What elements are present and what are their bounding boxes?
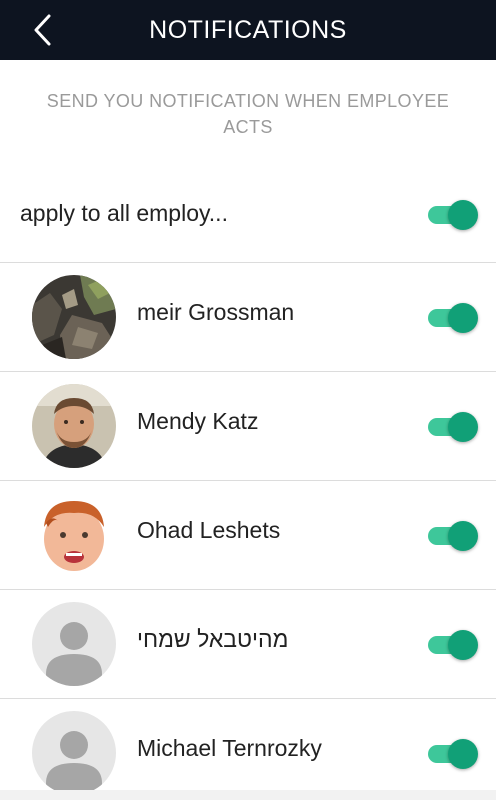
employee-name: Mendy Katz <box>137 408 259 434</box>
app-header: NOTIFICATIONS <box>0 0 496 60</box>
default-avatar-icon <box>32 711 116 795</box>
employee-name: Michael Ternrozky <box>137 735 322 761</box>
avatar <box>32 493 116 577</box>
employee-notification-toggle[interactable] <box>428 521 478 551</box>
avatar <box>32 602 116 686</box>
employee-name: meir Grossman <box>137 299 295 325</box>
bottom-edge <box>0 790 496 800</box>
toggle-knob <box>448 412 478 442</box>
apply-to-all-label: apply to all employ... <box>20 200 228 226</box>
child-photo-icon <box>32 493 116 577</box>
employee-row: Ohad Leshets <box>0 481 496 590</box>
employee-list: meir Grossman Mendy Katz Ohad Leshets מה… <box>0 263 496 807</box>
employee-row: meir Grossman <box>0 263 496 372</box>
avatar <box>32 384 116 468</box>
employee-name: מהיטבאל שמחי <box>137 626 289 652</box>
employee-notification-toggle[interactable] <box>428 630 478 660</box>
employee-row: Mendy Katz <box>0 372 496 481</box>
employee-name: Ohad Leshets <box>137 517 281 543</box>
man-photo-icon <box>32 384 116 468</box>
toggle-knob <box>448 630 478 660</box>
employee-notification-toggle[interactable] <box>428 739 478 769</box>
toggle-knob <box>448 303 478 333</box>
employee-row: מהיטבאל שמחי <box>0 590 496 699</box>
avatar <box>32 275 116 359</box>
employee-notification-toggle[interactable] <box>428 412 478 442</box>
apply-to-all-row: apply to all employ... <box>0 168 496 263</box>
rocks-photo-icon <box>32 275 116 359</box>
back-button[interactable] <box>28 12 58 48</box>
default-avatar-icon <box>32 602 116 686</box>
notification-description: SEND YOU NOTIFICATION WHEN EMPLOYEE ACTS <box>46 91 450 137</box>
apply-to-all-toggle[interactable] <box>428 200 478 230</box>
toggle-knob <box>448 521 478 551</box>
avatar <box>32 711 116 795</box>
chevron-left-icon <box>34 14 51 46</box>
toggle-knob <box>448 739 478 769</box>
toggle-knob <box>448 200 478 230</box>
employee-notification-toggle[interactable] <box>428 303 478 333</box>
page-title: NOTIFICATIONS <box>149 15 347 44</box>
